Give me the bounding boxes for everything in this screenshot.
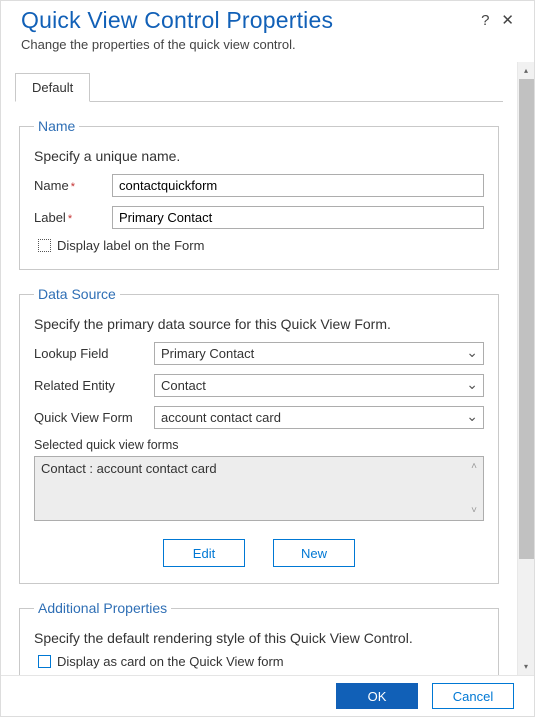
- selected-forms-item: Contact : account contact card: [41, 461, 217, 476]
- related-entity-label: Related Entity: [34, 378, 154, 393]
- additional-desc: Specify the default rendering style of t…: [34, 630, 484, 646]
- additional-legend: Additional Properties: [34, 600, 171, 616]
- display-as-card-checkbox[interactable]: [38, 655, 51, 668]
- quick-view-form-value: account contact card: [154, 406, 484, 429]
- lookup-field-row: Lookup Field Primary Contact: [34, 342, 484, 365]
- dialog-header: Quick View Control Properties ? ✕ Change…: [1, 1, 534, 62]
- additional-properties-group: Additional Properties Specify the defaul…: [19, 600, 499, 675]
- scroll-up-icon[interactable]: ▴: [518, 62, 534, 79]
- quick-view-form-select[interactable]: account contact card: [154, 406, 484, 429]
- name-group-desc: Specify a unique name.: [34, 148, 484, 164]
- display-label-row: Display label on the Form: [38, 238, 484, 253]
- vertical-scrollbar[interactable]: ▴ ▾: [517, 62, 534, 675]
- listbox-up-icon[interactable]: ˄: [471, 461, 477, 476]
- name-group-legend: Name: [34, 118, 79, 134]
- selected-forms-listbox[interactable]: Contact : account contact card ˄ ˅: [34, 456, 484, 521]
- scroll-track[interactable]: [518, 79, 534, 658]
- display-label-text: Display label on the Form: [57, 238, 204, 253]
- lookup-field-label: Lookup Field: [34, 346, 154, 361]
- data-source-legend: Data Source: [34, 286, 120, 302]
- tabs: Default: [15, 72, 503, 102]
- dialog-subtitle: Change the properties of the quick view …: [21, 37, 514, 52]
- related-entity-select[interactable]: Contact: [154, 374, 484, 397]
- selected-forms-label: Selected quick view forms: [34, 438, 484, 452]
- new-button[interactable]: New: [273, 539, 355, 567]
- related-entity-value: Contact: [154, 374, 484, 397]
- quick-view-form-row: Quick View Form account contact card: [34, 406, 484, 429]
- title-row: Quick View Control Properties ? ✕: [21, 7, 514, 34]
- data-source-desc: Specify the primary data source for this…: [34, 316, 484, 332]
- label-input[interactable]: [112, 206, 484, 229]
- help-icon[interactable]: ?: [481, 13, 489, 28]
- quick-view-properties-dialog: Quick View Control Properties ? ✕ Change…: [1, 1, 534, 716]
- display-as-card-text: Display as card on the Quick View form: [57, 654, 284, 669]
- data-source-buttons: Edit New: [34, 539, 484, 567]
- ok-button[interactable]: OK: [336, 683, 418, 709]
- edit-button[interactable]: Edit: [163, 539, 245, 567]
- name-label: Name*: [34, 178, 112, 193]
- label-label: Label*: [34, 210, 112, 225]
- cancel-button[interactable]: Cancel: [432, 683, 514, 709]
- quick-view-form-label: Quick View Form: [34, 410, 154, 425]
- listbox-down-icon[interactable]: ˅: [471, 505, 477, 516]
- content-area: Default Name Specify a unique name. Name…: [1, 62, 517, 675]
- close-icon[interactable]: ✕: [501, 13, 514, 28]
- title-controls: ? ✕: [481, 13, 514, 28]
- name-input[interactable]: [112, 174, 484, 197]
- dialog-body: Default Name Specify a unique name. Name…: [1, 62, 534, 675]
- tab-default[interactable]: Default: [15, 73, 90, 102]
- label-row: Label*: [34, 206, 484, 229]
- data-source-group: Data Source Specify the primary data sou…: [19, 286, 499, 584]
- related-entity-row: Related Entity Contact: [34, 374, 484, 397]
- name-row: Name*: [34, 174, 484, 197]
- lookup-field-value: Primary Contact: [154, 342, 484, 365]
- display-as-card-row: Display as card on the Quick View form: [38, 654, 484, 669]
- scroll-down-icon[interactable]: ▾: [518, 658, 534, 675]
- dialog-footer: OK Cancel: [1, 675, 534, 716]
- dialog-title: Quick View Control Properties: [21, 7, 333, 34]
- display-label-checkbox[interactable]: [38, 239, 51, 252]
- lookup-field-select[interactable]: Primary Contact: [154, 342, 484, 365]
- name-group: Name Specify a unique name. Name* Label*…: [19, 118, 499, 270]
- scroll-thumb[interactable]: [519, 79, 534, 559]
